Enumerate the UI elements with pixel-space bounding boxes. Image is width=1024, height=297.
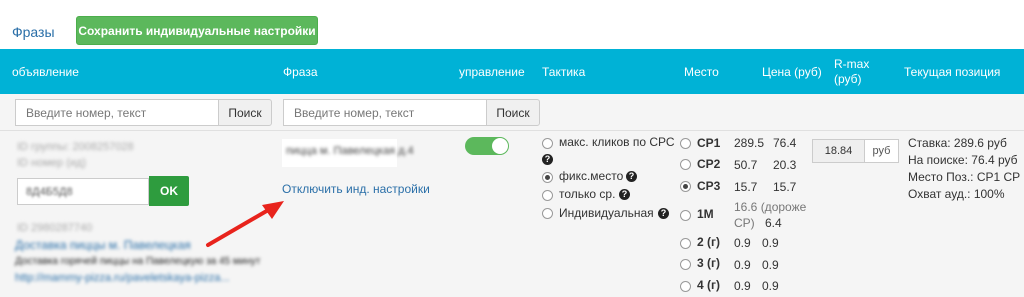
current-place: Место Поз.: СР1 СР <box>908 170 1021 184</box>
col-control-header[interactable]: управление <box>459 65 525 79</box>
rmax-value[interactable]: 18.84 <box>813 140 864 162</box>
save-individual-settings-button[interactable]: Сохранить индивидуальные настройки <box>76 16 318 45</box>
col-phrase-header[interactable]: Фраза <box>283 65 318 79</box>
place-label-cp1[interactable]: СР1 <box>697 136 720 150</box>
col-current-header[interactable]: Текущая позиция <box>904 65 1000 79</box>
tactic-label-only-avg[interactable]: только ср. <box>559 187 615 201</box>
current-search: На поиске: 76.4 руб <box>908 153 1018 167</box>
toggle-knob <box>492 138 508 154</box>
ok-button[interactable]: OK <box>149 176 189 206</box>
price-cp2-b: 20.3 <box>773 158 797 172</box>
price-cp1-b: 76.4 <box>773 136 797 150</box>
disable-individual-settings-link[interactable]: Отключить инд. настройки <box>282 182 430 196</box>
place-radio-2g[interactable] <box>680 238 691 249</box>
price-3g-b: 0.9 <box>762 258 779 272</box>
phrases-tab[interactable]: Фразы <box>12 24 55 40</box>
tactic-radio-only-avg[interactable] <box>542 190 553 201</box>
place-label-1m[interactable]: 1М <box>697 207 714 221</box>
col-rmax-header[interactable]: R-max (руб) <box>834 57 869 87</box>
phrase-search-input[interactable]: Введите номер, текст <box>283 99 487 126</box>
table-header: объявление Фраза управление Тактика Мест… <box>0 49 1024 94</box>
help-icon[interactable]: ? <box>542 154 553 165</box>
price-4g-b: 0.9 <box>762 279 779 293</box>
place-radio-3g[interactable] <box>680 259 691 270</box>
rmax-unit: руб <box>864 140 898 162</box>
price-1m-note-1: 16.6 (дороже <box>734 200 807 214</box>
current-bid: Ставка: 289.6 руб <box>908 136 1007 150</box>
tactic-label-max-clicks[interactable]: макс. кликов по СРС <box>559 135 675 149</box>
price-2g-b: 0.9 <box>762 236 779 250</box>
price-1m-b: 6.4 <box>765 216 782 230</box>
current-reach: Охват ауд.: 100% <box>908 187 1005 201</box>
col-rmax-label-2: (руб) <box>834 72 862 86</box>
place-label-4g[interactable]: 4 (г) <box>697 278 720 292</box>
place-radio-1m[interactable] <box>680 210 691 221</box>
place-label-2g[interactable]: 2 (г) <box>697 235 720 249</box>
ad-number-value: 8Д4Б5Д8 <box>26 185 73 198</box>
price-cp3-a: 15.7 <box>734 180 758 194</box>
price-1m-note-2: СР) <box>734 216 755 230</box>
toolbar: Фразы Сохранить индивидуальные настройки <box>0 0 1024 48</box>
phrase-cell: пицца м. Павелецкая д.4 <box>282 139 414 167</box>
place-radio-cp3[interactable] <box>680 181 691 192</box>
col-price-header[interactable]: Цена (руб) <box>762 65 822 79</box>
place-label-3g[interactable]: 3 (г) <box>697 256 720 270</box>
ad-search-input[interactable]: Введите номер, текст <box>15 99 219 126</box>
help-icon[interactable]: ? <box>658 208 669 219</box>
arrow-annotation-icon <box>206 201 284 247</box>
ad-campaign-id: ID 2980287740 <box>17 222 93 234</box>
place-label-cp2[interactable]: СР2 <box>697 157 720 171</box>
price-3g-a: 0.9 <box>734 258 751 272</box>
ad-title-link[interactable]: Доставка пиццы м. Павелецкая <box>15 238 191 252</box>
price-cp2-a: 50.7 <box>734 158 758 172</box>
ad-text: Доставка горячей пиццы на Павелецкую за … <box>15 256 261 267</box>
help-icon[interactable]: ? <box>619 189 630 200</box>
place-radio-cp1[interactable] <box>680 138 691 149</box>
place-radio-cp2[interactable] <box>680 159 691 170</box>
col-tactics-header[interactable]: Тактика <box>542 65 585 79</box>
tactic-label-fixed-place[interactable]: фикс.место <box>559 169 623 183</box>
price-4g-a: 0.9 <box>734 279 751 293</box>
ad-group-id: ID группы: 2008257028 <box>17 141 134 153</box>
phrase-text: пицца м. Павелецкая д.4 <box>286 145 414 157</box>
col-rmax-label-1: R-max <box>834 57 870 71</box>
price-cp3-b: 15.7 <box>773 180 797 194</box>
ad-url-link[interactable]: http://mammy-pizza.ru/paveletskaya-pizza… <box>15 272 230 284</box>
price-cp1-a: 289.5 <box>734 136 765 150</box>
place-label-cp3[interactable]: СР3 <box>697 179 720 193</box>
tactic-radio-max-clicks[interactable] <box>542 138 553 149</box>
help-icon[interactable]: ? <box>626 171 637 182</box>
filter-row: Введите номер, текст Поиск Введите номер… <box>0 94 1024 131</box>
col-ad-header[interactable]: объявление <box>12 65 79 79</box>
phrase-search-button[interactable]: Поиск <box>486 99 540 126</box>
tactic-radio-fixed-place[interactable] <box>542 172 553 183</box>
col-place-header[interactable]: Место <box>684 65 719 79</box>
control-toggle[interactable] <box>465 137 509 155</box>
ad-id: ID номер (ид) <box>17 157 86 169</box>
place-radio-4g[interactable] <box>680 281 691 292</box>
tactic-radio-individual[interactable] <box>542 208 553 219</box>
ad-number-input[interactable]: 8Д4Б5Д8 <box>17 178 149 205</box>
price-2g-a: 0.9 <box>734 236 751 250</box>
rmax-input[interactable]: 18.84 руб <box>812 139 899 163</box>
tactic-label-individual[interactable]: Индивидуальная <box>559 206 654 220</box>
ad-search-button[interactable]: Поиск <box>218 99 272 126</box>
